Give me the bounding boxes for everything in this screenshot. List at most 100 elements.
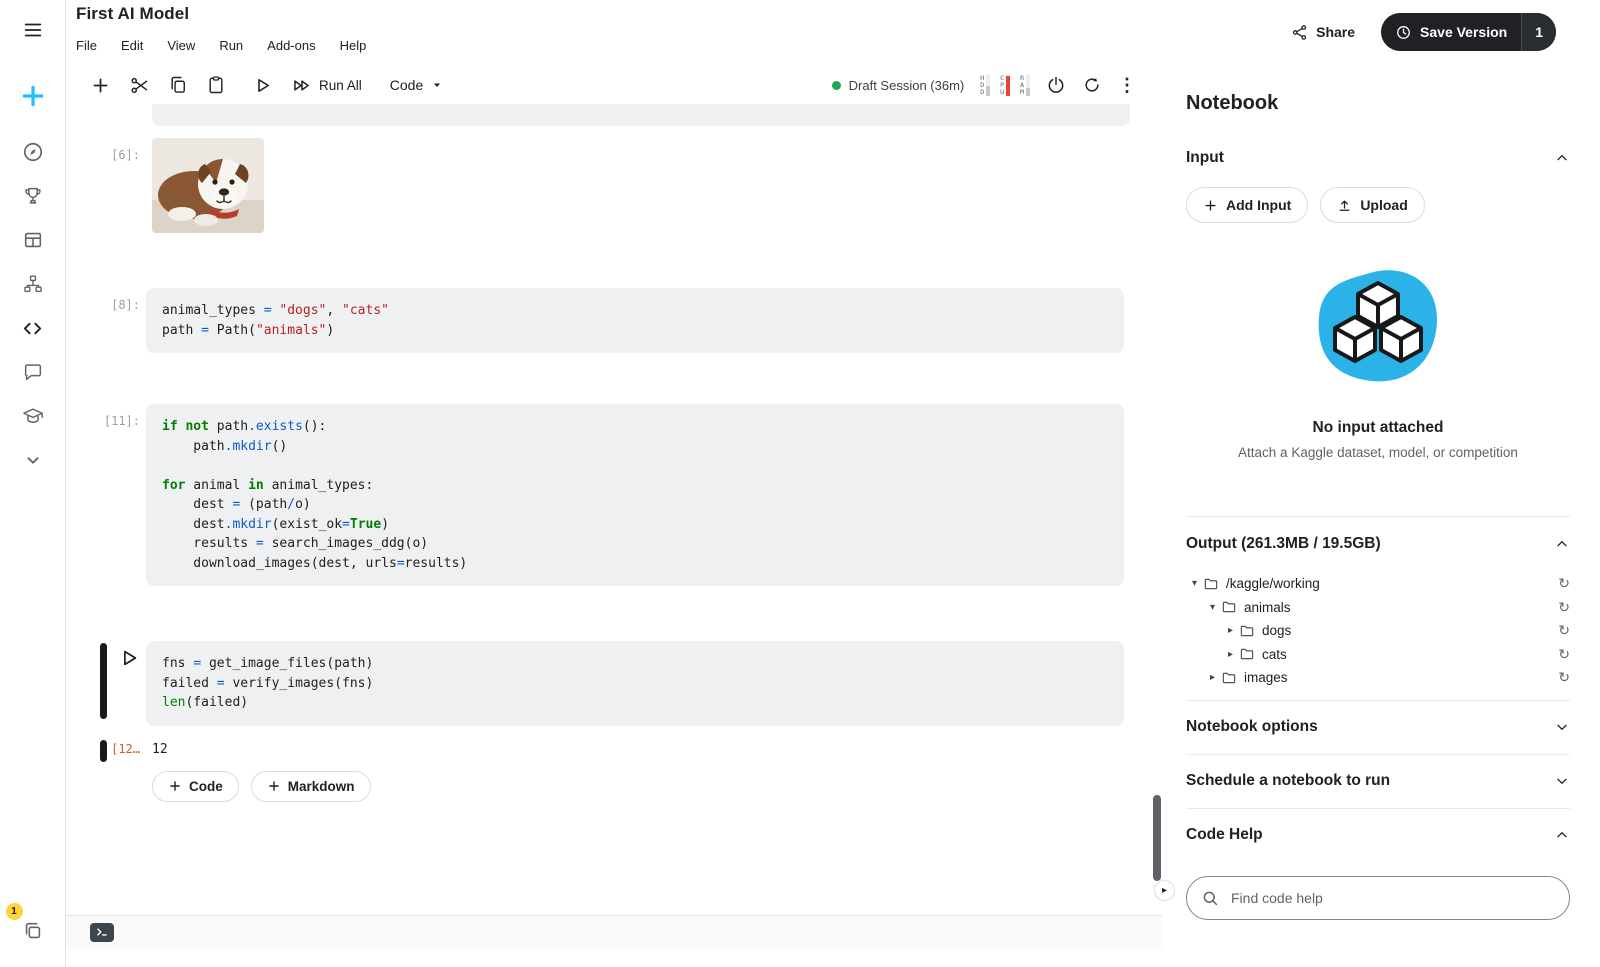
output-tree-row[interactable]: ▸images↻ [1186, 666, 1570, 690]
caret-down-icon [431, 79, 443, 91]
history-icon [1395, 24, 1412, 41]
meter-cpu[interactable]: CPU [1000, 74, 1010, 96]
menu-view[interactable]: View [167, 38, 195, 53]
cell-prompt: [8]: [66, 288, 146, 353]
sidebar-item-learn[interactable] [13, 396, 53, 436]
meter-label: RAM [1020, 75, 1024, 96]
notebook-toolbar: Run All Code Draft Session (36m) HDD CPU R… [66, 66, 1162, 104]
upload-button[interactable]: Upload [1320, 187, 1424, 223]
session-status[interactable]: Draft Session (36m) [832, 78, 965, 93]
meter-hdd[interactable]: HDD [980, 74, 990, 96]
caret-right-icon[interactable]: ▸ [1222, 649, 1239, 660]
panel-collapse-button[interactable]: ▸ [1154, 880, 1175, 901]
meter-ram[interactable]: RAM [1020, 74, 1030, 96]
add-cell-buttons: Code Markdown [152, 771, 1148, 802]
share-button[interactable]: Share [1291, 24, 1355, 41]
menu-run[interactable]: Run [219, 38, 243, 53]
refresh-icon[interactable]: ↻ [1558, 646, 1570, 663]
caret-down-icon[interactable]: ▾ [1204, 602, 1221, 613]
notebook-options-section[interactable]: Notebook options [1186, 700, 1570, 754]
code-cell-row: [8]: animal_types = "dogs", "cats"path =… [66, 288, 1148, 353]
schedule-notebook-section[interactable]: Schedule a notebook to run [1186, 754, 1570, 808]
sidebar-item-code[interactable] [13, 308, 53, 348]
refresh-icon [1082, 75, 1102, 95]
session-status-dot [832, 81, 841, 90]
menu-addons[interactable]: Add-ons [267, 38, 315, 53]
add-markdown-cell-button[interactable]: Markdown [251, 771, 371, 802]
run-all-button[interactable]: Run All [291, 75, 362, 96]
add-code-cell-button[interactable]: Code [152, 771, 239, 802]
share-icon [1291, 24, 1308, 41]
notebook-title[interactable]: First AI Model [76, 4, 189, 24]
scissors-icon [129, 75, 150, 96]
menu-help[interactable]: Help [340, 38, 367, 53]
restart-session-button[interactable] [1082, 75, 1102, 95]
selected-code-cell-row: fns = get_image_files(path)failed = veri… [66, 641, 1148, 726]
output-tree-row[interactable]: ▾/kaggle/working↻ [1186, 572, 1570, 596]
output-section-header[interactable]: Output (261.3MB / 19.5GB) [1186, 516, 1570, 570]
caret-right-icon[interactable]: ▸ [1204, 672, 1221, 683]
partial-cell-above[interactable] [152, 104, 1130, 126]
caret-down-icon[interactable]: ▾ [1186, 578, 1203, 589]
code-help-section[interactable]: Code Help [1186, 808, 1570, 862]
run-cell-button[interactable] [252, 75, 273, 96]
cells-scroll-area[interactable]: [6]: [66, 104, 1148, 915]
sidebar-item-competitions[interactable] [13, 176, 53, 216]
more-options-button[interactable]: ⋮ [1118, 75, 1136, 96]
scrollbar-thumb[interactable] [1153, 795, 1161, 881]
tree-node-label: animals [1244, 600, 1291, 615]
power-icon [1046, 75, 1066, 95]
main-scrollbar[interactable] [1152, 66, 1162, 967]
menu-file[interactable]: File [76, 38, 97, 53]
meter-label: HDD [980, 75, 984, 96]
chevron-up-icon[interactable] [1554, 536, 1570, 552]
output-tree-row[interactable]: ▾ animals ↻ [1186, 596, 1570, 620]
paste-cell-button[interactable] [206, 75, 226, 95]
refresh-icon[interactable]: ↻ [1558, 622, 1570, 639]
chevron-down-icon[interactable] [1554, 719, 1570, 735]
copy-cell-button[interactable] [168, 75, 188, 95]
console-bar [66, 915, 1162, 948]
input-actions: Add Input Upload [1186, 187, 1570, 223]
chevron-down-icon[interactable] [1554, 773, 1570, 789]
code-cell[interactable]: fns = get_image_files(path)failed = veri… [146, 641, 1124, 726]
create-button[interactable] [13, 76, 53, 116]
sidebar-item-discussions[interactable] [13, 352, 53, 392]
tree-node-label: dogs [1262, 623, 1291, 638]
save-version-main[interactable]: Save Version [1381, 13, 1521, 51]
power-button[interactable] [1046, 75, 1066, 95]
sidebar-item-datasets[interactable] [13, 220, 53, 260]
add-cell-button[interactable] [90, 75, 111, 96]
version-count-badge[interactable]: 1 [1521, 13, 1556, 51]
cut-cell-button[interactable] [129, 75, 150, 96]
output-tree-row[interactable]: ▸ dogs ↻ [1186, 619, 1570, 643]
terminal-button[interactable] [90, 923, 114, 942]
cell-type-dropdown[interactable]: Code [390, 77, 443, 93]
code-help-search-input[interactable] [1186, 876, 1570, 920]
code-cell[interactable]: animal_types = "dogs", "cats"path = Path… [146, 288, 1124, 353]
sidebar-item-models[interactable] [13, 264, 53, 304]
dog-photo [152, 138, 264, 233]
chevron-up-icon[interactable] [1554, 150, 1570, 166]
refresh-icon[interactable]: ↻ [1558, 575, 1570, 592]
dog-image-output [152, 138, 264, 233]
chevron-up-icon[interactable] [1554, 827, 1570, 843]
sidebar-item-explore[interactable] [13, 132, 53, 172]
output-tree-row[interactable]: ▸cats↻ [1186, 643, 1570, 667]
empty-state-title: No input attached [1313, 419, 1444, 437]
notebook-main: Run All Code Draft Session (36m) HDD CPU R… [66, 66, 1162, 967]
active-events-button[interactable]: 1 [13, 911, 53, 951]
hamburger-menu-button[interactable] [13, 10, 53, 50]
meter-label: CPU [1000, 75, 1004, 96]
refresh-icon[interactable]: ↻ [1558, 669, 1570, 686]
code-cell[interactable]: if not path.exists(): path.mkdir() for a… [146, 404, 1124, 586]
run-this-cell-button[interactable] [118, 647, 140, 674]
menu-edit[interactable]: Edit [121, 38, 143, 53]
refresh-icon[interactable]: ↻ [1558, 599, 1570, 616]
plus-icon [1203, 198, 1218, 213]
add-input-button[interactable]: Add Input [1186, 187, 1308, 223]
input-section-header[interactable]: Input [1186, 149, 1570, 167]
sidebar-item-more[interactable] [13, 440, 53, 480]
save-version-button[interactable]: Save Version 1 [1381, 13, 1556, 51]
caret-right-icon[interactable]: ▸ [1222, 625, 1239, 636]
